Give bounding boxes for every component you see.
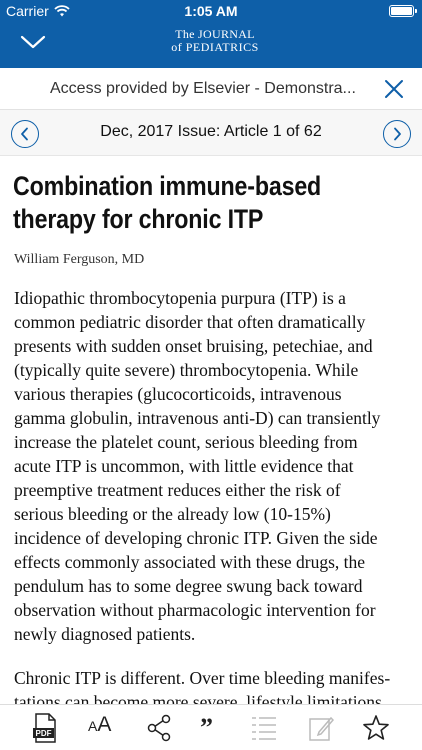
article-content[interactable]: Combination immune-based therapy for chr… <box>0 156 422 704</box>
paragraph-line: tations can become more severe, lifestyl… <box>14 692 382 704</box>
access-banner: Access provided by Elsevier - Demonstra.… <box>0 68 422 110</box>
paragraph-line: effects commonly associated with these d… <box>14 552 366 572</box>
journal-logo: The JOURNAL of PEDIATRICS <box>150 28 280 54</box>
title-line: Combination immune-based <box>13 171 322 201</box>
article-paragraph: Idiopathic thrombocytopenia purpura (ITP… <box>14 286 412 646</box>
next-article-button[interactable] <box>383 120 411 148</box>
pdf-label: PDF <box>36 729 52 738</box>
close-icon[interactable] <box>384 79 404 99</box>
title-line: therapy for chronic ITP <box>13 204 264 234</box>
paragraph-line: increase the platelet count, serious ble… <box>14 432 358 452</box>
article-author[interactable]: William Ferguson, MD <box>14 252 144 268</box>
chevron-right-icon <box>394 127 401 141</box>
paragraph-line: common pediatric disorder that often dra… <box>14 312 366 332</box>
paragraph-line: gamma globulin, intravenous anti-D) can … <box>14 408 381 428</box>
pdf-icon[interactable]: PDF <box>32 713 58 743</box>
paragraph-line: various therapies (glucocorticoids, intr… <box>14 384 342 404</box>
share-icon[interactable] <box>146 713 172 743</box>
status-time: 1:05 AM <box>184 3 238 19</box>
citation-quote-icon[interactable]: ” <box>200 713 224 743</box>
paragraph-line: Idiopathic thrombocytopenia purpura (ITP… <box>14 288 346 308</box>
font-size-icon[interactable]: AA <box>88 713 118 743</box>
bookmark-star-icon[interactable] <box>362 713 390 743</box>
paragraph-line: preemptive treatment reduces either the … <box>14 480 341 500</box>
paragraph-line: presents with sudden onset bruising, pet… <box>14 336 373 356</box>
status-bar: Carrier 1:05 AM <box>0 0 422 22</box>
paragraph-line: incidence of developing chronic ITP. Giv… <box>14 528 378 548</box>
paragraph-line: newly diagnosed patients. <box>14 624 196 644</box>
issue-article-label: Dec, 2017 Issue: Article 1 of 62 <box>100 123 322 140</box>
font-size-small-a: A <box>88 718 98 734</box>
paragraph-line: (typically quite severe) thrombocytopeni… <box>14 360 359 380</box>
article-paragraph: Chronic ITP is different. Over time blee… <box>14 666 412 704</box>
app-header: Carrier 1:05 AM The JOURNAL of PEDIATRIC… <box>0 0 422 68</box>
paragraph-line: Chronic ITP is different. Over time blee… <box>14 668 391 688</box>
collapse-chevron-icon[interactable] <box>20 33 46 51</box>
issue-navigation-bar: Dec, 2017 Issue: Article 1 of 62 <box>0 110 422 156</box>
paragraph-line: observation without pharmacologic interv… <box>14 600 376 620</box>
note-edit-icon[interactable] <box>308 713 334 743</box>
font-size-big-a: A <box>97 713 112 736</box>
battery-icon <box>389 5 417 17</box>
bottom-toolbar: PDF AA ” <box>0 704 422 750</box>
access-banner-text: Access provided by Elsevier - Demonstra.… <box>50 80 356 97</box>
paragraph-line: acute ITP is uncommon, with little evide… <box>14 456 354 476</box>
paragraph-line: pendulum has to some degree swung back t… <box>14 576 363 596</box>
outline-list-icon[interactable] <box>250 713 278 743</box>
paragraph-line: serious bleeding or the already low (10-… <box>14 504 331 524</box>
logo-line-2: of PEDIATRICS <box>171 40 259 54</box>
article-title: Combination immune-based therapy for chr… <box>13 170 400 236</box>
